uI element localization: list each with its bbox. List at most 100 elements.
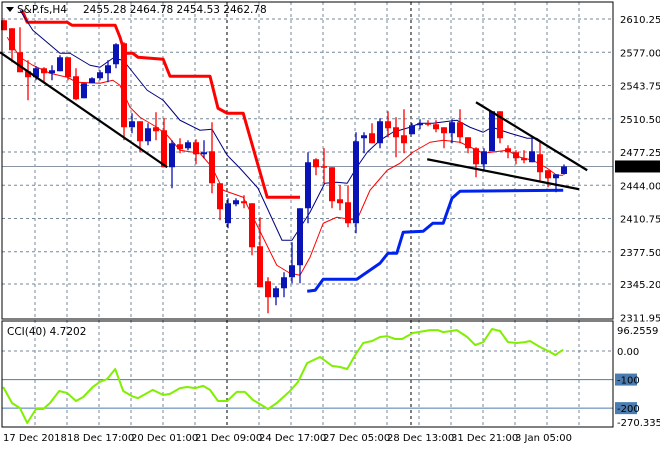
candle-body [49, 70, 55, 74]
candle-body [217, 183, 223, 210]
cci-tick-label: -200 [617, 404, 640, 415]
candle-body [425, 123, 431, 125]
candle-bullish [129, 113, 135, 134]
candle-body [41, 68, 47, 74]
candle-body [169, 143, 175, 168]
candle-bearish [249, 203, 255, 256]
candle-body [361, 135, 367, 139]
candle-body [73, 76, 79, 100]
price-tick-label: 2345.20 [620, 280, 660, 291]
candle-bullish [97, 70, 103, 81]
candle-bearish [265, 277, 271, 314]
candle-bearish [329, 167, 335, 209]
candle-body [17, 52, 23, 73]
candle-bearish [313, 158, 319, 176]
cci-tick-label: 96.2559 [617, 326, 658, 337]
candle-body [433, 124, 439, 130]
candle-body [113, 44, 119, 65]
candle-bearish [513, 150, 519, 165]
candle-body [97, 72, 103, 79]
candle-bullish [145, 123, 151, 146]
candle-body [521, 158, 527, 161]
candle-body [145, 128, 151, 142]
candle-body [129, 121, 135, 128]
candle-bearish [545, 170, 551, 188]
candle-body [121, 43, 127, 128]
trendline[interactable] [0, 51, 168, 169]
time-axis-label: 20 Dec 01:00 [131, 433, 198, 444]
candle-bullish [49, 65, 55, 81]
time-axis-label: 27 Dec 05:00 [323, 433, 390, 444]
candle-body [537, 154, 543, 173]
candle-bullish [361, 132, 367, 154]
candle-body [489, 111, 495, 152]
ohlc-readout: 2455.28 2464.78 2454.53 2462.78 [83, 4, 267, 16]
candle-bullish [289, 242, 295, 284]
candle-bullish [185, 140, 191, 151]
candle-body [161, 130, 167, 168]
candle-bearish [321, 148, 327, 184]
cci-title: CCI(40) 4.7202 [7, 326, 86, 338]
candle-body [233, 200, 239, 205]
candle-body [481, 151, 487, 165]
candle-body [137, 121, 143, 142]
price-tick-label: 2510.50 [620, 115, 660, 126]
candle-bearish [153, 112, 159, 141]
candle-body [449, 122, 455, 134]
candle-bullish [353, 132, 359, 234]
price-tick-label: 2577.00 [620, 48, 660, 59]
candle-body [9, 28, 15, 51]
candle-bearish [217, 183, 223, 221]
candle-bullish [233, 198, 239, 207]
candle-body [513, 152, 519, 159]
candle-body [81, 83, 87, 99]
candle-body [561, 166, 567, 174]
candle-bearish [65, 57, 71, 81]
candle-body [185, 142, 191, 149]
candle-body [193, 142, 199, 155]
candle-bullish [273, 286, 279, 306]
candle-bearish [393, 117, 399, 158]
candle-body [393, 127, 399, 138]
candle-body [257, 246, 263, 288]
candle-bearish [505, 145, 511, 159]
time-axis-label: 28 Dec 13:00 [387, 433, 454, 444]
candle-body [329, 167, 335, 202]
candle-body [305, 162, 311, 209]
price-tick-label: 2477.25 [620, 148, 660, 159]
candle-bearish [369, 123, 375, 144]
candle-body [441, 127, 447, 134]
time-axis-label: 18 Dec 17:00 [67, 433, 134, 444]
candle-body [369, 133, 375, 144]
price-tick-label: 2377.50 [620, 248, 660, 259]
candle-body [65, 57, 71, 78]
candle-bearish [25, 60, 31, 101]
current-price-label: 2462.78 [618, 162, 659, 173]
candle-bullish [529, 137, 535, 163]
candle-body [225, 203, 231, 224]
candle-bearish [161, 118, 167, 168]
cci-panel-frame [1, 320, 614, 428]
candle-bullish [409, 123, 415, 135]
cci-panel [2, 328, 613, 424]
moving-average-fast [6, 36, 564, 276]
candle-bullish [417, 119, 423, 130]
candle-body [89, 78, 95, 84]
candle-bearish [457, 109, 463, 144]
candle-body [465, 137, 471, 149]
candle-bearish [337, 185, 343, 211]
candle-body [153, 127, 159, 132]
candle-body [289, 265, 295, 278]
price-tick-label: 2444.00 [620, 181, 660, 192]
candle-bullish [225, 198, 231, 229]
collapse-triangle-icon[interactable] [6, 7, 14, 12]
candle-body [241, 201, 247, 204]
price-tick-label: 2610.25 [620, 15, 660, 26]
candle-bearish [465, 137, 471, 154]
candle-body [377, 121, 383, 144]
candle-body [353, 141, 359, 224]
candle-body [265, 281, 271, 298]
price-tick-label: 2543.75 [620, 82, 660, 93]
candle-body [457, 122, 463, 138]
candle-bearish [441, 127, 447, 149]
